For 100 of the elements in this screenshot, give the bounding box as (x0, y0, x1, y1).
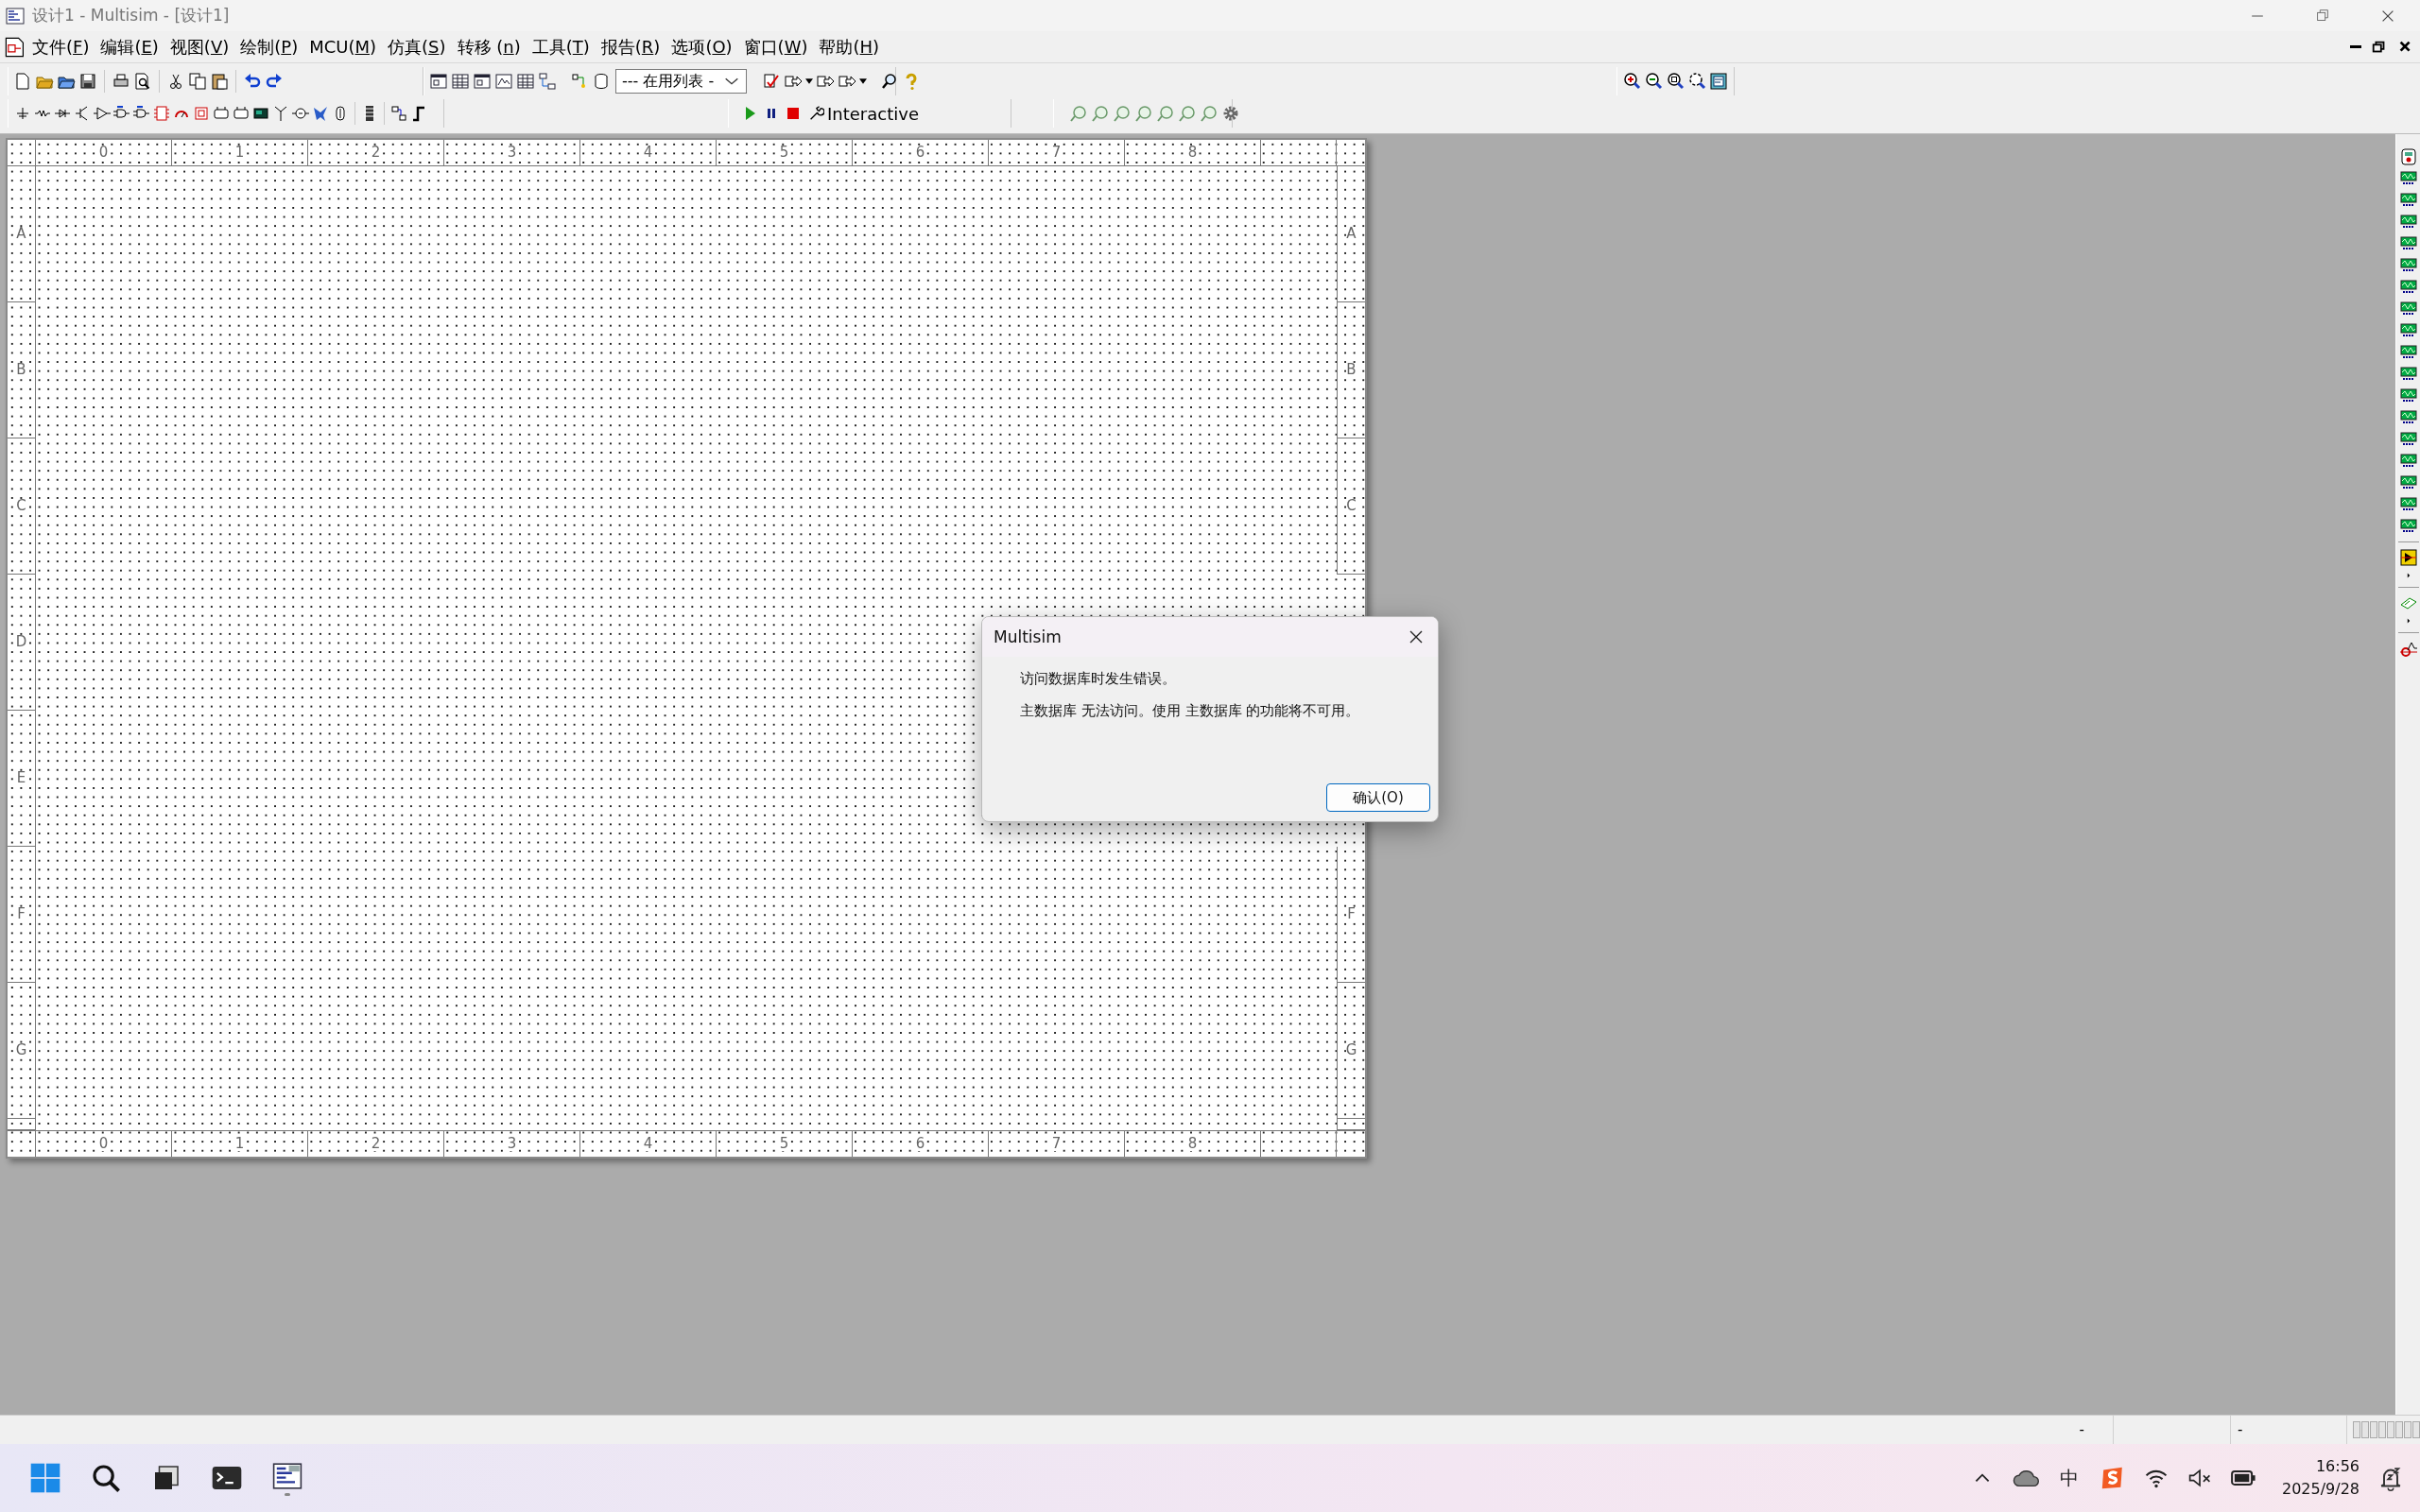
print-preview-icon[interactable] (133, 72, 152, 91)
ruler-label: F (1347, 907, 1356, 921)
ruler-label: F (17, 907, 26, 921)
ruler-cell (8, 1119, 36, 1130)
window-icon[interactable] (473, 72, 492, 91)
chip-icon[interactable] (152, 104, 171, 123)
ruler-label: 8 (1187, 146, 1198, 160)
probe-icon[interactable] (1091, 104, 1110, 123)
ruler-label: 6 (915, 1137, 925, 1151)
interactive-button[interactable]: Interactive (805, 103, 921, 124)
ruler-cell (1337, 1119, 1365, 1130)
ruler-label: 1 (234, 146, 245, 160)
zoom-fit-icon[interactable] (1687, 72, 1706, 91)
menu-item[interactable]: 文件(F) (26, 33, 95, 60)
opamp-icon[interactable] (93, 104, 112, 123)
ruler-label: B (1346, 363, 1357, 377)
menu-item[interactable]: MCU(M) (303, 35, 383, 59)
ok-button[interactable]: 确认(O) (1326, 783, 1430, 812)
menu-item[interactable]: 仿真(S) (382, 33, 452, 60)
status-text: - (2079, 1421, 2084, 1438)
menu-item[interactable]: 报告(R) (595, 33, 666, 60)
minimize-icon (2250, 14, 2264, 17)
ruler-label: A (1346, 227, 1357, 241)
date-text: 2025/9/28 (2281, 1479, 2360, 1500)
windows-icon (29, 1462, 61, 1494)
ruler-label: 0 (98, 1137, 109, 1151)
save-icon[interactable] (78, 72, 97, 91)
minimize-button[interactable] (2348, 45, 2363, 48)
hierarchy-icon[interactable] (538, 72, 557, 91)
probe-icon[interactable] (1178, 104, 1197, 123)
menu-item[interactable]: 选项(O) (666, 33, 738, 60)
menu-item[interactable]: 工具(T) (526, 33, 596, 60)
ruler-label: 2 (371, 146, 381, 160)
small-caret-icon (859, 78, 868, 84)
ruler-label: B (16, 363, 26, 377)
ruler-label: 5 (779, 146, 789, 160)
wrench-icon (807, 105, 824, 122)
probe-icon[interactable] (1156, 104, 1175, 123)
ruler-label: 5 (779, 1137, 789, 1151)
ruler-cell (8, 140, 36, 166)
menu-item[interactable]: 帮助(H) (813, 33, 886, 60)
grid-icon[interactable] (451, 72, 470, 91)
input-mode-button[interactable]: 中 (2047, 1455, 2091, 1501)
ruler-label: 7 (1051, 146, 1062, 160)
ruler-label: G (15, 1043, 27, 1057)
ruler-label: E (16, 771, 26, 785)
small-caret-icon (805, 78, 814, 84)
ruler-label: 0 (98, 146, 109, 160)
menu-item[interactable]: 转移 (n) (451, 33, 527, 60)
full-screen-icon[interactable] (1709, 72, 1728, 91)
probe-icon[interactable] (1069, 104, 1088, 123)
ruler-label: 4 (643, 146, 653, 160)
list-dropdown[interactable]: --- 在用列表 - (615, 69, 748, 94)
ruler-label: 6 (915, 146, 925, 160)
ruler-label: C (1346, 499, 1357, 513)
message-text: 主数据库 无法访问。使用 主数据库 的功能将不可用。 (1020, 702, 1361, 720)
task-view-icon (152, 1464, 181, 1492)
ruler-label: A (16, 227, 26, 241)
app-icon (6, 6, 25, 26)
hierarchy-block-icon[interactable] (389, 104, 408, 123)
ruler-label: C (16, 499, 26, 513)
document-icon[interactable] (4, 35, 26, 59)
clock[interactable]: 16:56 2025/9/28 (2281, 1455, 2360, 1501)
grid-icon[interactable] (516, 72, 535, 91)
zoom-area-icon[interactable] (1666, 72, 1685, 91)
ruler-label: D (15, 635, 27, 649)
menu-item[interactable]: 绘制(P) (234, 33, 304, 60)
graph-icon[interactable] (494, 72, 513, 91)
check-icon[interactable] (762, 72, 782, 91)
window-icon[interactable] (429, 72, 448, 91)
copy-icon[interactable] (188, 72, 207, 91)
menu-item[interactable]: 窗口(W) (737, 33, 814, 60)
menu-item[interactable]: 视图(V) (164, 33, 235, 60)
probe-icon[interactable] (1113, 104, 1132, 123)
ruler-cell (8, 1130, 36, 1157)
running-indicator (285, 1492, 290, 1496)
ruler-label: 7 (1051, 1137, 1062, 1151)
window-title: 设计1 - Multisim - [设计1] (32, 5, 230, 26)
new-file-icon[interactable] (13, 72, 32, 91)
zoom-out-icon[interactable] (1644, 72, 1663, 91)
ruler-label: 3 (507, 1137, 517, 1151)
status-text: - (2238, 1421, 2243, 1438)
probe-icon[interactable] (1200, 104, 1219, 123)
probe-icon[interactable] (1134, 104, 1153, 123)
time-text: 16:56 (2315, 1456, 2360, 1477)
minimize-icon (2350, 45, 2361, 48)
database-icon[interactable] (592, 72, 611, 91)
message-text: 访问数据库时发生错误。 (1020, 670, 1177, 688)
ruler-label: 1 (234, 1137, 245, 1151)
gear-icon[interactable] (1221, 104, 1240, 123)
ruler-label: 2 (371, 1137, 381, 1151)
app-icon (272, 1460, 302, 1491)
amplifier-icon[interactable] (2398, 548, 2418, 567)
search-icon (91, 1463, 121, 1493)
paste-icon[interactable] (210, 72, 229, 91)
ruler-label: 3 (507, 146, 517, 160)
menu-item[interactable]: 编辑(E) (95, 33, 164, 60)
zoom-in-icon[interactable] (1622, 72, 1641, 91)
multimeter-icon[interactable] (2398, 147, 2418, 166)
dialog-title: Multisim (994, 627, 1062, 646)
